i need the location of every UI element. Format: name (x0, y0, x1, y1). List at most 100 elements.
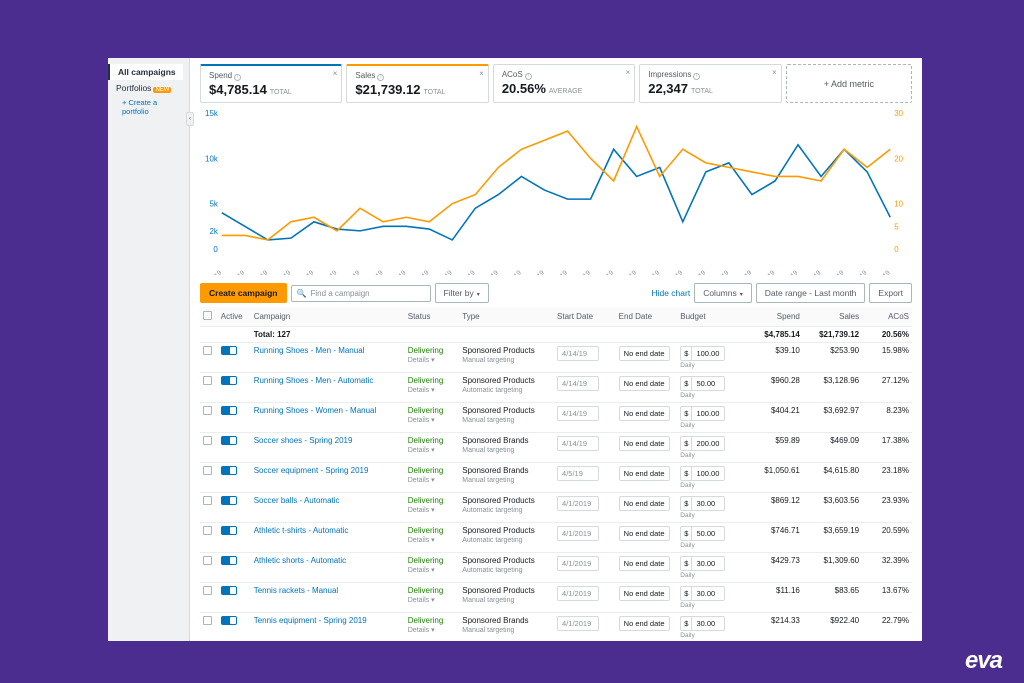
metric-acos[interactable]: × ACoSi 20.56%AVERAGE (493, 64, 635, 103)
row-checkbox[interactable] (203, 556, 212, 565)
start-date-input[interactable]: 4/1/2019 (557, 586, 599, 601)
end-date-input[interactable]: No end date (619, 466, 670, 481)
sidebar-all-campaigns[interactable]: All campaigns (108, 64, 183, 80)
status-details-link[interactable]: Details ▾ (408, 417, 435, 424)
end-date-input[interactable]: No end date (619, 406, 670, 421)
create-portfolio-link[interactable]: + Create a portfolio (114, 98, 183, 116)
end-date-input[interactable]: No end date (619, 526, 670, 541)
active-toggle[interactable] (221, 526, 237, 535)
row-checkbox[interactable] (203, 586, 212, 595)
start-date-input[interactable]: 4/14/19 (557, 406, 599, 421)
end-date-input[interactable]: No end date (619, 556, 670, 571)
col-status[interactable]: Status (405, 307, 460, 327)
start-date-input[interactable]: 4/1/2019 (557, 526, 599, 541)
status-details-link[interactable]: Details ▾ (408, 627, 435, 634)
campaign-link[interactable]: Soccer equipment - Spring 2019 (254, 466, 369, 475)
end-date-input[interactable]: No end date (619, 616, 670, 631)
status-details-link[interactable]: Details ▾ (408, 537, 435, 544)
active-toggle[interactable] (221, 556, 237, 565)
budget-input[interactable]: $30.00 (680, 496, 725, 511)
start-date-input[interactable]: 4/1/2019 (557, 616, 599, 631)
active-toggle[interactable] (221, 586, 237, 595)
col-acos[interactable]: ACoS (862, 307, 912, 327)
start-date-input[interactable]: 4/5/19 (557, 466, 599, 481)
status-details-link[interactable]: Details ▾ (408, 477, 435, 484)
col-budget[interactable]: Budget (677, 307, 743, 327)
close-icon[interactable]: × (479, 69, 484, 78)
active-toggle[interactable] (221, 346, 237, 355)
active-toggle[interactable] (221, 406, 237, 415)
search-input[interactable]: 🔍Find a campaign (291, 285, 431, 302)
campaign-link[interactable]: Soccer shoes - Spring 2019 (254, 436, 353, 445)
end-date-input[interactable]: No end date (619, 346, 670, 361)
campaign-link[interactable]: Tennis equipment - Spring 2019 (254, 616, 367, 625)
row-checkbox[interactable] (203, 466, 212, 475)
select-all-checkbox[interactable] (203, 311, 212, 320)
close-icon[interactable]: × (626, 68, 631, 77)
start-date-input[interactable]: 4/14/19 (557, 436, 599, 451)
status-details-link[interactable]: Details ▾ (408, 447, 435, 454)
campaign-link[interactable]: Athletic shorts - Automatic (254, 556, 346, 565)
col-campaign[interactable]: Campaign (251, 307, 405, 327)
sidebar-portfolios[interactable]: PortfoliosNEW (114, 80, 183, 96)
date-range-button[interactable]: Date range - Last month (756, 283, 866, 303)
end-date-input[interactable]: No end date (619, 376, 670, 391)
start-date-input[interactable]: 4/14/19 (557, 376, 599, 391)
row-checkbox[interactable] (203, 346, 212, 355)
campaign-link[interactable]: Soccer balls - Automatic (254, 496, 340, 505)
end-date-input[interactable]: No end date (619, 436, 670, 451)
row-checkbox[interactable] (203, 376, 212, 385)
col-active[interactable]: Active (218, 307, 251, 327)
info-icon[interactable]: i (234, 74, 241, 81)
status-details-link[interactable]: Details ▾ (408, 597, 435, 604)
add-metric-button[interactable]: + Add metric (786, 64, 912, 103)
budget-input[interactable]: $100.00 (680, 466, 725, 481)
budget-input[interactable]: $100.00 (680, 406, 725, 421)
export-button[interactable]: Export (869, 283, 912, 303)
status-details-link[interactable]: Details ▾ (408, 567, 435, 574)
metric-spend[interactable]: × Spendi $4,785.14TOTAL (200, 64, 342, 103)
create-campaign-button[interactable]: Create campaign (200, 283, 287, 303)
row-checkbox[interactable] (203, 496, 212, 505)
metric-sales[interactable]: × Salesi $21,739.12TOTAL (346, 64, 488, 103)
close-icon[interactable]: × (333, 69, 338, 78)
end-date-input[interactable]: No end date (619, 586, 670, 601)
sidebar-collapse-handle[interactable]: ‹ (186, 112, 194, 126)
row-checkbox[interactable] (203, 526, 212, 535)
columns-button[interactable]: Columns▾ (694, 283, 752, 303)
active-toggle[interactable] (221, 496, 237, 505)
info-icon[interactable]: i (693, 73, 700, 80)
budget-input[interactable]: $30.00 (680, 616, 725, 631)
active-toggle[interactable] (221, 616, 237, 625)
budget-input[interactable]: $50.00 (680, 376, 725, 391)
metric-impressions[interactable]: × Impressionsi 22,347TOTAL (639, 64, 781, 103)
budget-input[interactable]: $50.00 (680, 526, 725, 541)
info-icon[interactable]: i (525, 73, 532, 80)
filter-button[interactable]: Filter by▾ (435, 283, 489, 303)
col-start[interactable]: Start Date (554, 307, 616, 327)
budget-input[interactable]: $100.00 (680, 346, 725, 361)
campaign-link[interactable]: Tennis rackets - Manual (254, 586, 338, 595)
col-spend[interactable]: Spend (744, 307, 803, 327)
row-checkbox[interactable] (203, 406, 212, 415)
hide-chart-link[interactable]: Hide chart (651, 288, 690, 298)
campaign-link[interactable]: Running Shoes - Women - Manual (254, 406, 377, 415)
campaign-link[interactable]: Running Shoes - Men - Automatic (254, 376, 374, 385)
active-toggle[interactable] (221, 466, 237, 475)
campaign-link[interactable]: Running Shoes - Men - Manual (254, 346, 365, 355)
start-date-input[interactable]: 4/14/19 (557, 346, 599, 361)
status-details-link[interactable]: Details ▾ (408, 507, 435, 514)
status-details-link[interactable]: Details ▾ (408, 387, 435, 394)
col-sales[interactable]: Sales (803, 307, 862, 327)
budget-input[interactable]: $200.00 (680, 436, 725, 451)
info-icon[interactable]: i (377, 74, 384, 81)
active-toggle[interactable] (221, 436, 237, 445)
campaign-link[interactable]: Athletic t-shirts - Automatic (254, 526, 349, 535)
start-date-input[interactable]: 4/1/2019 (557, 556, 599, 571)
col-end[interactable]: End Date (616, 307, 678, 327)
col-type[interactable]: Type (459, 307, 554, 327)
row-checkbox[interactable] (203, 436, 212, 445)
close-icon[interactable]: × (772, 68, 777, 77)
budget-input[interactable]: $30.00 (680, 556, 725, 571)
start-date-input[interactable]: 4/1/2019 (557, 496, 599, 511)
